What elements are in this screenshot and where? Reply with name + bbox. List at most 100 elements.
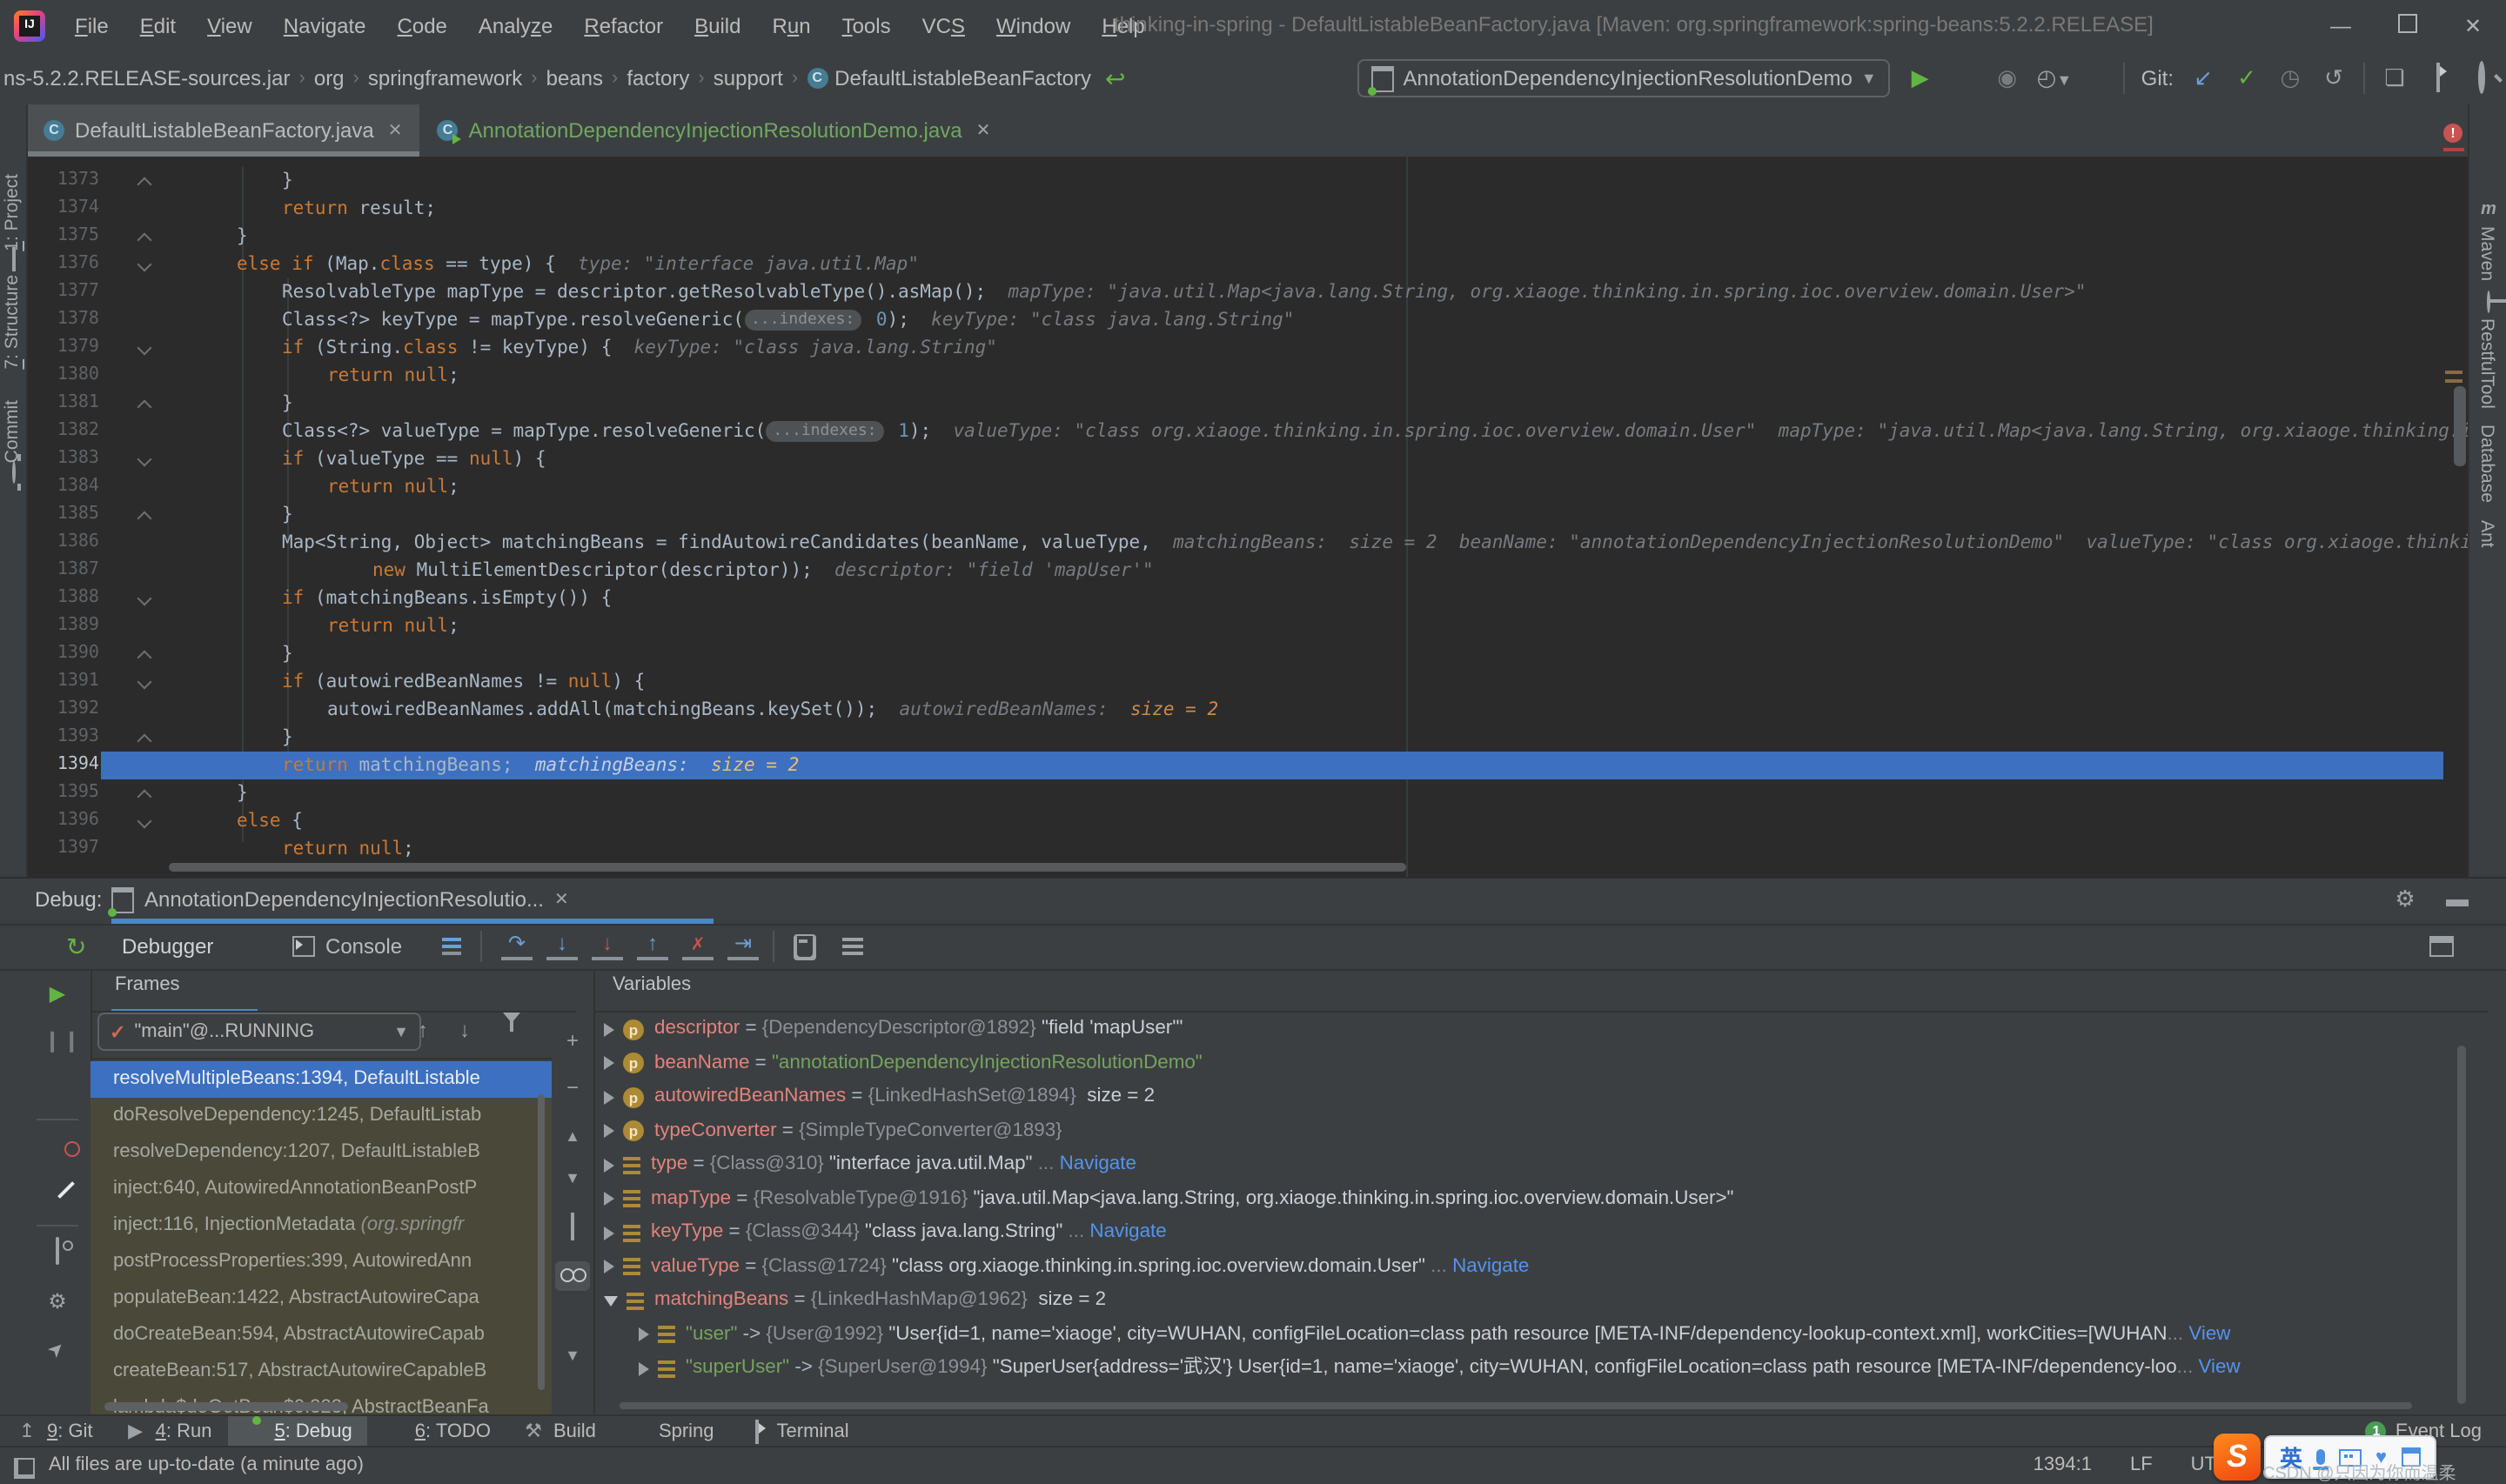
code-line[interactable]: Class<?> keyType = mapType.resolveGeneri… bbox=[282, 306, 1294, 334]
code-line[interactable]: else { bbox=[237, 807, 303, 835]
code-line[interactable]: ResolvableType mapType = descriptor.getR… bbox=[282, 278, 2086, 306]
breadcrumb-class[interactable]: C DefaultListableBeanFactory bbox=[807, 66, 1091, 90]
pause-icon[interactable]: ❙❙ bbox=[44, 1026, 80, 1054]
breadcrumb-item[interactable]: springframework bbox=[368, 66, 522, 90]
fold-marker-icon[interactable] bbox=[137, 508, 151, 522]
breadcrumb-item[interactable]: factory bbox=[626, 66, 689, 90]
fold-marker-icon[interactable] bbox=[137, 786, 151, 800]
stop-icon[interactable] bbox=[44, 1073, 71, 1101]
navigate-link[interactable]: Navigate bbox=[1089, 1221, 1166, 1242]
tool-window-switcher-icon[interactable] bbox=[14, 1458, 35, 1479]
fold-marker-icon[interactable] bbox=[137, 731, 151, 745]
variable-row[interactable]: keyType = {Class@344} "class java.lang.S… bbox=[593, 1216, 2452, 1250]
tool-button-ant[interactable]: Ant bbox=[2476, 520, 2497, 548]
thread-dump-icon[interactable] bbox=[44, 1237, 71, 1265]
back-arrow-icon[interactable]: ↪ bbox=[1105, 64, 1125, 93]
run-icon[interactable]: ▶ bbox=[1906, 64, 1934, 92]
tool-window-button--todo[interactable]: 6: TODO bbox=[368, 1416, 506, 1447]
variable-row[interactable]: mapType = {ResolvableType@1916} "java.ut… bbox=[593, 1182, 2452, 1216]
editor-horizontal-scrollbar[interactable] bbox=[169, 863, 1406, 872]
close-button[interactable]: ✕ bbox=[2440, 14, 2506, 38]
fold-marker-icon[interactable] bbox=[137, 397, 151, 411]
variable-row[interactable]: "user" -> {User@1992} "User{id=1, name='… bbox=[593, 1318, 2452, 1352]
close-icon[interactable]: ✕ bbox=[976, 121, 991, 140]
tool-window-button-build[interactable]: ⚒ Build bbox=[506, 1416, 612, 1447]
rerun-icon[interactable]: ↻ bbox=[66, 931, 86, 962]
code-line[interactable]: } bbox=[282, 640, 293, 668]
variable-row[interactable]: matchingBeans = {LinkedHashMap@1962} siz… bbox=[593, 1284, 2452, 1318]
remove-watch-icon[interactable]: − bbox=[559, 1073, 586, 1101]
code-line[interactable]: else if (Map.class == type) { type: "int… bbox=[237, 251, 919, 278]
trace-settings-icon[interactable] bbox=[842, 931, 863, 962]
view-link[interactable]: View bbox=[2188, 1323, 2230, 1344]
chevron-right-icon[interactable] bbox=[604, 1158, 614, 1173]
tool-window-button-terminal[interactable]: Terminal bbox=[730, 1416, 865, 1447]
chevron-right-icon[interactable] bbox=[604, 1022, 614, 1037]
debug-session-tab[interactable]: AnnotationDependencyInjectionResolutio..… bbox=[108, 879, 569, 920]
chevron-right-icon[interactable] bbox=[604, 1260, 614, 1274]
settings-icon[interactable]: ⚙ bbox=[44, 1287, 71, 1315]
caret-position[interactable]: 1394:1 bbox=[2034, 1454, 2092, 1475]
editor-vertical-scrollbar[interactable] bbox=[2454, 386, 2466, 466]
menu-code[interactable]: Code bbox=[385, 10, 459, 42]
code-line[interactable]: } bbox=[237, 223, 248, 251]
code-line[interactable]: return null; bbox=[327, 612, 459, 640]
variable-row[interactable]: p autowiredBeanNames = {LinkedHashSet@189… bbox=[593, 1080, 2452, 1114]
variable-row[interactable]: type = {Class@310} "interface java.util.… bbox=[593, 1148, 2452, 1182]
chevron-right-icon[interactable] bbox=[604, 1090, 614, 1105]
variable-row[interactable]: p typeConverter = {SimpleTypeConverter@18… bbox=[593, 1114, 2452, 1148]
move-down-icon[interactable]: ↓ bbox=[459, 1018, 470, 1042]
maximize-button[interactable] bbox=[2374, 14, 2440, 38]
menu-build[interactable]: Build bbox=[682, 10, 753, 42]
frame-row[interactable]: postProcessProperties:399, AutowiredAnn bbox=[90, 1244, 541, 1280]
code-line[interactable]: } bbox=[282, 501, 293, 529]
move-up-icon[interactable]: ↑ bbox=[418, 1018, 428, 1042]
show-execution-point-icon[interactable] bbox=[442, 931, 461, 962]
menu-refactor[interactable]: Refactor bbox=[572, 10, 675, 42]
run-to-cursor-icon[interactable]: ⇥ bbox=[727, 931, 759, 962]
run-anything-icon[interactable] bbox=[2424, 63, 2452, 92]
stop-icon[interactable] bbox=[2081, 64, 2108, 92]
variable-row[interactable]: "superUser" -> {SuperUser@1994} "SuperUs… bbox=[593, 1352, 2452, 1386]
code-line[interactable]: if (matchingBeans.isEmpty()) { bbox=[282, 585, 612, 612]
code-line[interactable]: } bbox=[237, 779, 248, 807]
code-line[interactable]: return matchingBeans; matchingBeans: siz… bbox=[282, 752, 799, 779]
tab-console[interactable]: Console bbox=[292, 931, 402, 962]
tab-debugger[interactable]: Debugger bbox=[122, 931, 213, 962]
menu-edit[interactable]: Edit bbox=[128, 10, 188, 42]
close-icon[interactable]: ✕ bbox=[388, 121, 403, 140]
filter-icon[interactable] bbox=[503, 1013, 520, 1047]
evaluate-expression-icon[interactable] bbox=[794, 931, 816, 962]
variable-row[interactable]: p descriptor = {DependencyDescriptor@1892… bbox=[593, 1013, 2452, 1046]
code-line[interactable]: } bbox=[282, 724, 293, 752]
fold-marker-icon[interactable] bbox=[137, 814, 151, 828]
settings-icon[interactable]: ⚙ bbox=[2391, 886, 2419, 913]
frame-row[interactable]: doResolveDependency:1245, DefaultListab bbox=[90, 1098, 541, 1134]
frame-row[interactable]: inject:640, AutowiredAnnotationBeanPostP bbox=[90, 1171, 541, 1207]
add-watch-icon[interactable]: + bbox=[559, 1026, 586, 1054]
variable-row[interactable]: p beanName = "annotationDependencyInjecti… bbox=[593, 1046, 2452, 1080]
step-out-icon[interactable]: ↑ bbox=[637, 931, 668, 962]
mute-breakpoints-icon[interactable] bbox=[44, 1180, 71, 1207]
fold-marker-icon[interactable] bbox=[137, 675, 151, 689]
chevron-right-icon[interactable] bbox=[604, 1124, 614, 1139]
editor-tab[interactable]: C DefaultListableBeanFactory.java ✕ bbox=[26, 104, 421, 157]
code-line[interactable]: Map<String, Object> matchingBeans = find… bbox=[282, 529, 2469, 557]
profiler-icon[interactable]: ◴▼ bbox=[2037, 64, 2073, 92]
frame-row[interactable]: resolveDependency:1207, DefaultListableB bbox=[90, 1134, 541, 1171]
compare-icon[interactable]: ❏ bbox=[2381, 64, 2409, 92]
step-into-icon[interactable]: ↓ bbox=[546, 931, 578, 962]
tool-button-database[interactable]: Database bbox=[2476, 424, 2497, 503]
fold-marker-icon[interactable] bbox=[137, 452, 151, 466]
sogou-logo-icon[interactable]: S bbox=[2214, 1434, 2261, 1481]
frame-row[interactable]: createBean:517, AbstractAutowireCapableB bbox=[90, 1354, 541, 1390]
tool-button-maven[interactable]: Maven bbox=[2476, 226, 2497, 281]
scroll-down-icon[interactable]: ▼ bbox=[559, 1341, 586, 1369]
breadcrumb-item[interactable]: support bbox=[714, 66, 783, 90]
menu-tools[interactable]: Tools bbox=[830, 10, 903, 42]
code-line[interactable]: return result; bbox=[282, 195, 436, 223]
menu-file[interactable]: File bbox=[63, 10, 121, 42]
variables-vertical-scrollbar[interactable] bbox=[2457, 1046, 2466, 1404]
view-breakpoints-icon[interactable] bbox=[44, 1133, 71, 1160]
frames-vertical-scrollbar[interactable] bbox=[538, 1094, 545, 1390]
